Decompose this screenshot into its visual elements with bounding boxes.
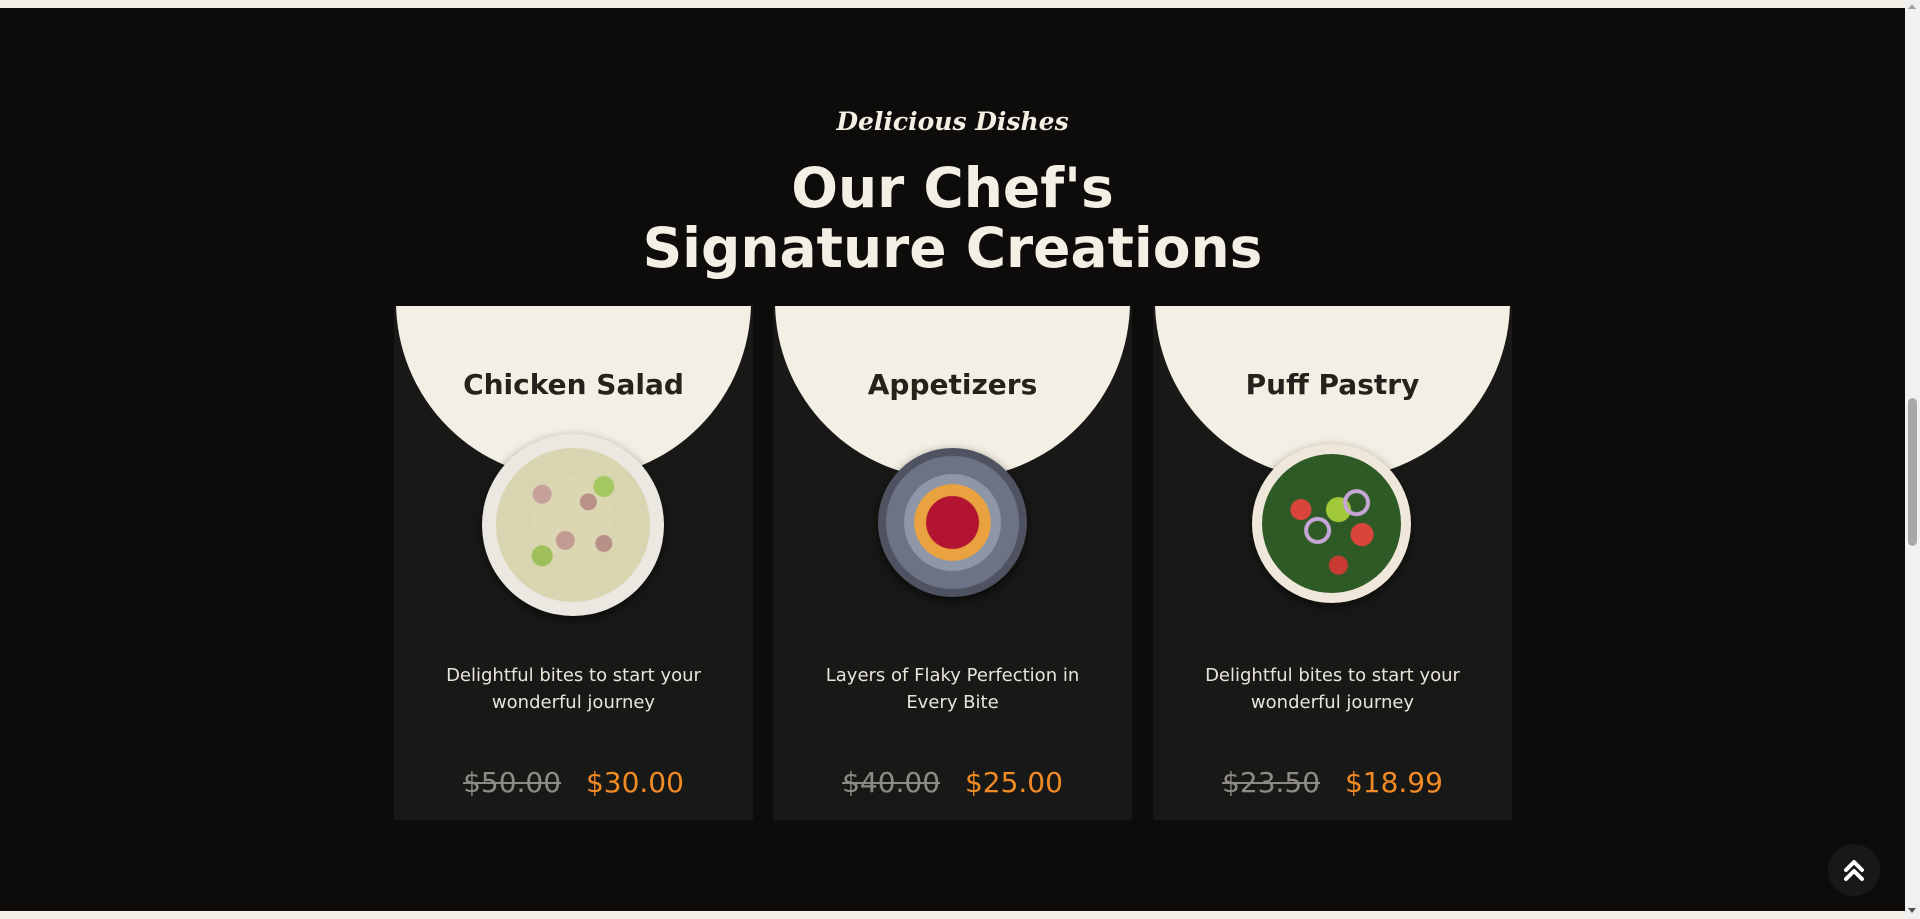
dish-card[interactable]: Puff Pastry Delightful bites to start yo… [1153, 306, 1512, 820]
scroll-to-top-button[interactable] [1828, 844, 1880, 896]
new-price: $25.00 [964, 766, 1063, 799]
dish-image [482, 434, 664, 616]
dish-description: Delightful bites to start your wonderful… [446, 665, 701, 713]
dish-title: Appetizers [867, 368, 1038, 401]
dish-prices: $40.00 $25.00 [773, 766, 1132, 799]
page: Delicious Dishes Our Chef's Signature Cr… [0, 0, 1920, 919]
dish-prices: $23.50 $18.99 [1153, 766, 1512, 799]
old-price: $23.50 [1222, 766, 1321, 799]
dish-card[interactable]: Appetizers Layers of Flaky Perfection in… [773, 306, 1132, 820]
old-price: $40.00 [842, 766, 941, 799]
new-price: $30.00 [585, 766, 684, 799]
heading-line-2: Signature Creations [642, 216, 1263, 280]
dish-prices: $50.00 $30.00 [394, 766, 753, 799]
dish-image [878, 448, 1027, 597]
section-heading: Our Chef's Signature Creations [0, 158, 1905, 278]
signature-dishes-section: Delicious Dishes Our Chef's Signature Cr… [0, 8, 1905, 911]
heading-line-1: Our Chef's [791, 156, 1114, 220]
dish-description: Delightful bites to start your wonderful… [1205, 665, 1460, 713]
section-eyebrow: Delicious Dishes [836, 107, 1069, 136]
scrollbar-thumb[interactable] [1908, 398, 1917, 546]
page-scrollbar[interactable] [1905, 0, 1920, 919]
dish-image [1252, 444, 1411, 603]
dish-title: Chicken Salad [463, 368, 684, 401]
dish-title: Puff Pastry [1245, 368, 1420, 401]
scroll-down-arrow-icon[interactable] [1908, 908, 1916, 913]
old-price: $50.00 [463, 766, 562, 799]
scroll-up-arrow-icon[interactable] [1908, 4, 1916, 9]
dish-description: Layers of Flaky Perfection in Every Bite [825, 665, 1080, 713]
double-chevron-up-icon [1844, 860, 1864, 881]
dish-card[interactable]: Chicken Salad Delightful bites to start … [394, 306, 753, 820]
new-price: $18.99 [1344, 766, 1443, 799]
